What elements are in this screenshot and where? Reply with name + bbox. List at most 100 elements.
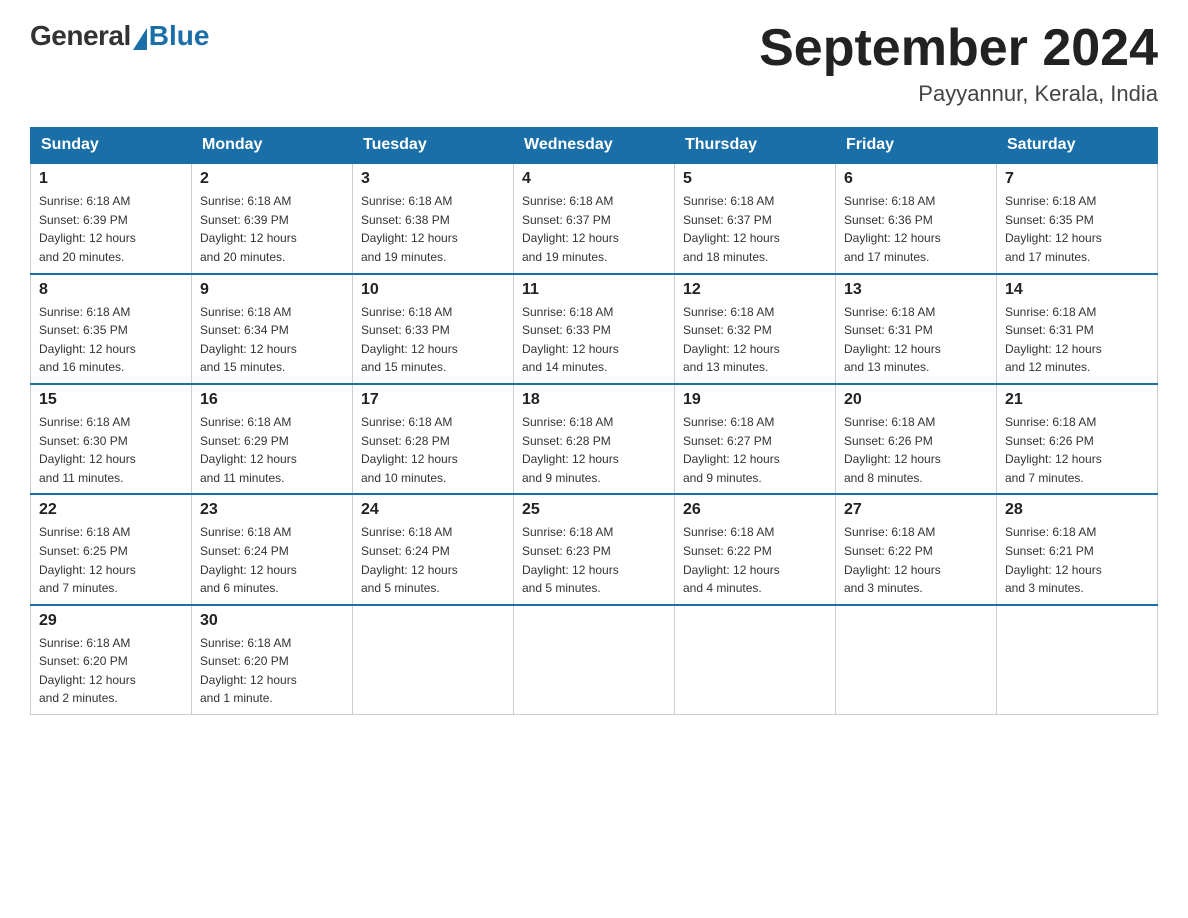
calendar-cell: 7 Sunrise: 6:18 AMSunset: 6:35 PMDayligh… bbox=[997, 163, 1158, 273]
calendar-cell: 28 Sunrise: 6:18 AMSunset: 6:21 PMDaylig… bbox=[997, 494, 1158, 604]
calendar-cell: 16 Sunrise: 6:18 AMSunset: 6:29 PMDaylig… bbox=[192, 384, 353, 494]
day-number: 2 bbox=[200, 170, 344, 188]
calendar-cell: 10 Sunrise: 6:18 AMSunset: 6:33 PMDaylig… bbox=[353, 274, 514, 384]
week-row-3: 15 Sunrise: 6:18 AMSunset: 6:30 PMDaylig… bbox=[31, 384, 1158, 494]
calendar-cell bbox=[675, 605, 836, 715]
calendar-cell: 18 Sunrise: 6:18 AMSunset: 6:28 PMDaylig… bbox=[514, 384, 675, 494]
day-number: 9 bbox=[200, 281, 344, 299]
calendar-cell: 4 Sunrise: 6:18 AMSunset: 6:37 PMDayligh… bbox=[514, 163, 675, 273]
day-info: Sunrise: 6:18 AMSunset: 6:24 PMDaylight:… bbox=[361, 525, 458, 595]
day-info: Sunrise: 6:18 AMSunset: 6:35 PMDaylight:… bbox=[1005, 194, 1102, 264]
calendar-cell: 15 Sunrise: 6:18 AMSunset: 6:30 PMDaylig… bbox=[31, 384, 192, 494]
week-row-1: 1 Sunrise: 6:18 AMSunset: 6:39 PMDayligh… bbox=[31, 163, 1158, 273]
calendar-cell: 23 Sunrise: 6:18 AMSunset: 6:24 PMDaylig… bbox=[192, 494, 353, 604]
day-number: 4 bbox=[522, 170, 666, 188]
calendar-cell: 25 Sunrise: 6:18 AMSunset: 6:23 PMDaylig… bbox=[514, 494, 675, 604]
day-info: Sunrise: 6:18 AMSunset: 6:24 PMDaylight:… bbox=[200, 525, 297, 595]
day-info: Sunrise: 6:18 AMSunset: 6:35 PMDaylight:… bbox=[39, 305, 136, 375]
day-number: 24 bbox=[361, 501, 505, 519]
day-info: Sunrise: 6:18 AMSunset: 6:39 PMDaylight:… bbox=[39, 194, 136, 264]
day-number: 28 bbox=[1005, 501, 1149, 519]
logo-triangle-icon bbox=[133, 28, 147, 50]
day-info: Sunrise: 6:18 AMSunset: 6:21 PMDaylight:… bbox=[1005, 525, 1102, 595]
day-info: Sunrise: 6:18 AMSunset: 6:28 PMDaylight:… bbox=[522, 415, 619, 485]
day-number: 22 bbox=[39, 501, 183, 519]
logo-general-text: General bbox=[30, 20, 131, 52]
calendar-cell: 3 Sunrise: 6:18 AMSunset: 6:38 PMDayligh… bbox=[353, 163, 514, 273]
header-thursday: Thursday bbox=[675, 128, 836, 164]
day-info: Sunrise: 6:18 AMSunset: 6:26 PMDaylight:… bbox=[844, 415, 941, 485]
header-tuesday: Tuesday bbox=[353, 128, 514, 164]
day-info: Sunrise: 6:18 AMSunset: 6:34 PMDaylight:… bbox=[200, 305, 297, 375]
day-number: 26 bbox=[683, 501, 827, 519]
calendar-cell: 9 Sunrise: 6:18 AMSunset: 6:34 PMDayligh… bbox=[192, 274, 353, 384]
calendar-cell: 29 Sunrise: 6:18 AMSunset: 6:20 PMDaylig… bbox=[31, 605, 192, 715]
day-number: 8 bbox=[39, 281, 183, 299]
day-info: Sunrise: 6:18 AMSunset: 6:23 PMDaylight:… bbox=[522, 525, 619, 595]
day-number: 3 bbox=[361, 170, 505, 188]
header-sunday: Sunday bbox=[31, 128, 192, 164]
logo-blue-part: Blue bbox=[131, 20, 210, 52]
calendar-cell: 1 Sunrise: 6:18 AMSunset: 6:39 PMDayligh… bbox=[31, 163, 192, 273]
calendar-cell: 5 Sunrise: 6:18 AMSunset: 6:37 PMDayligh… bbox=[675, 163, 836, 273]
month-title: September 2024 bbox=[759, 20, 1158, 77]
day-number: 30 bbox=[200, 612, 344, 630]
day-info: Sunrise: 6:18 AMSunset: 6:22 PMDaylight:… bbox=[683, 525, 780, 595]
week-row-4: 22 Sunrise: 6:18 AMSunset: 6:25 PMDaylig… bbox=[31, 494, 1158, 604]
day-number: 10 bbox=[361, 281, 505, 299]
calendar-cell: 30 Sunrise: 6:18 AMSunset: 6:20 PMDaylig… bbox=[192, 605, 353, 715]
location-subtitle: Payyannur, Kerala, India bbox=[759, 81, 1158, 107]
day-number: 7 bbox=[1005, 170, 1149, 188]
header-saturday: Saturday bbox=[997, 128, 1158, 164]
calendar-cell bbox=[836, 605, 997, 715]
calendar-cell: 11 Sunrise: 6:18 AMSunset: 6:33 PMDaylig… bbox=[514, 274, 675, 384]
calendar-cell: 14 Sunrise: 6:18 AMSunset: 6:31 PMDaylig… bbox=[997, 274, 1158, 384]
day-info: Sunrise: 6:18 AMSunset: 6:25 PMDaylight:… bbox=[39, 525, 136, 595]
title-section: September 2024 Payyannur, Kerala, India bbox=[759, 20, 1158, 107]
day-number: 20 bbox=[844, 391, 988, 409]
day-info: Sunrise: 6:18 AMSunset: 6:33 PMDaylight:… bbox=[361, 305, 458, 375]
day-info: Sunrise: 6:18 AMSunset: 6:28 PMDaylight:… bbox=[361, 415, 458, 485]
day-info: Sunrise: 6:18 AMSunset: 6:30 PMDaylight:… bbox=[39, 415, 136, 485]
logo-blue-text: Blue bbox=[149, 20, 210, 52]
day-number: 27 bbox=[844, 501, 988, 519]
header-row: Sunday Monday Tuesday Wednesday Thursday… bbox=[31, 128, 1158, 164]
day-number: 17 bbox=[361, 391, 505, 409]
day-info: Sunrise: 6:18 AMSunset: 6:20 PMDaylight:… bbox=[39, 636, 136, 706]
calendar-cell: 22 Sunrise: 6:18 AMSunset: 6:25 PMDaylig… bbox=[31, 494, 192, 604]
day-number: 12 bbox=[683, 281, 827, 299]
calendar-cell: 17 Sunrise: 6:18 AMSunset: 6:28 PMDaylig… bbox=[353, 384, 514, 494]
day-number: 21 bbox=[1005, 391, 1149, 409]
header-wednesday: Wednesday bbox=[514, 128, 675, 164]
day-number: 19 bbox=[683, 391, 827, 409]
day-info: Sunrise: 6:18 AMSunset: 6:27 PMDaylight:… bbox=[683, 415, 780, 485]
calendar-cell: 6 Sunrise: 6:18 AMSunset: 6:36 PMDayligh… bbox=[836, 163, 997, 273]
calendar-cell: 27 Sunrise: 6:18 AMSunset: 6:22 PMDaylig… bbox=[836, 494, 997, 604]
calendar-cell: 12 Sunrise: 6:18 AMSunset: 6:32 PMDaylig… bbox=[675, 274, 836, 384]
day-info: Sunrise: 6:18 AMSunset: 6:38 PMDaylight:… bbox=[361, 194, 458, 264]
day-number: 6 bbox=[844, 170, 988, 188]
day-number: 14 bbox=[1005, 281, 1149, 299]
day-number: 16 bbox=[200, 391, 344, 409]
day-info: Sunrise: 6:18 AMSunset: 6:29 PMDaylight:… bbox=[200, 415, 297, 485]
header-friday: Friday bbox=[836, 128, 997, 164]
day-info: Sunrise: 6:18 AMSunset: 6:20 PMDaylight:… bbox=[200, 636, 297, 706]
day-number: 23 bbox=[200, 501, 344, 519]
day-info: Sunrise: 6:18 AMSunset: 6:22 PMDaylight:… bbox=[844, 525, 941, 595]
day-number: 5 bbox=[683, 170, 827, 188]
week-row-5: 29 Sunrise: 6:18 AMSunset: 6:20 PMDaylig… bbox=[31, 605, 1158, 715]
calendar-cell: 8 Sunrise: 6:18 AMSunset: 6:35 PMDayligh… bbox=[31, 274, 192, 384]
day-info: Sunrise: 6:18 AMSunset: 6:37 PMDaylight:… bbox=[522, 194, 619, 264]
day-number: 25 bbox=[522, 501, 666, 519]
calendar-cell: 26 Sunrise: 6:18 AMSunset: 6:22 PMDaylig… bbox=[675, 494, 836, 604]
day-info: Sunrise: 6:18 AMSunset: 6:26 PMDaylight:… bbox=[1005, 415, 1102, 485]
day-info: Sunrise: 6:18 AMSunset: 6:39 PMDaylight:… bbox=[200, 194, 297, 264]
calendar-cell bbox=[514, 605, 675, 715]
calendar-cell: 2 Sunrise: 6:18 AMSunset: 6:39 PMDayligh… bbox=[192, 163, 353, 273]
day-number: 29 bbox=[39, 612, 183, 630]
logo: General Blue bbox=[30, 20, 209, 52]
day-number: 13 bbox=[844, 281, 988, 299]
day-info: Sunrise: 6:18 AMSunset: 6:31 PMDaylight:… bbox=[1005, 305, 1102, 375]
calendar-cell: 21 Sunrise: 6:18 AMSunset: 6:26 PMDaylig… bbox=[997, 384, 1158, 494]
day-info: Sunrise: 6:18 AMSunset: 6:33 PMDaylight:… bbox=[522, 305, 619, 375]
